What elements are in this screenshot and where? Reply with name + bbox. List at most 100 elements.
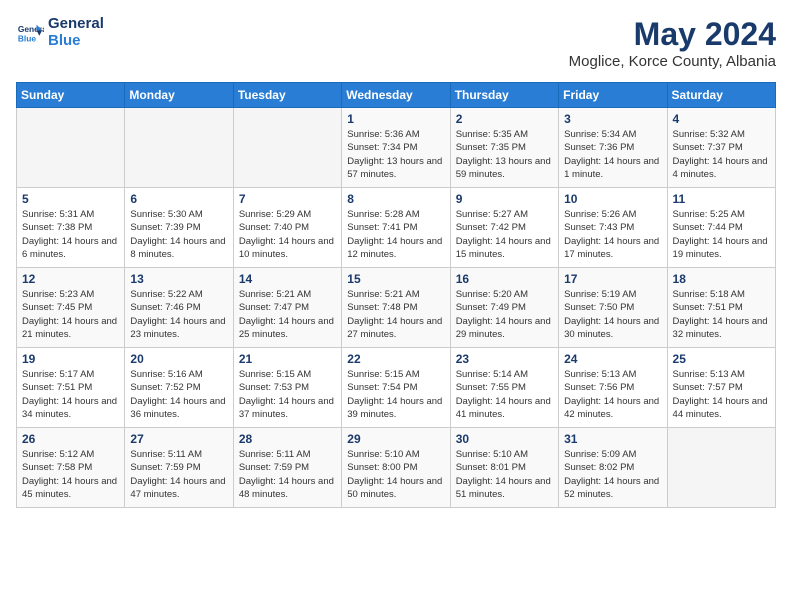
day-info: Sunrise: 5:23 AM Sunset: 7:45 PM Dayligh… (22, 288, 119, 341)
day-number: 28 (239, 432, 336, 446)
day-info: Sunrise: 5:09 AM Sunset: 8:02 PM Dayligh… (564, 448, 661, 501)
day-info: Sunrise: 5:15 AM Sunset: 7:54 PM Dayligh… (347, 368, 444, 421)
calendar-day-header: Saturday (667, 83, 775, 108)
day-number: 13 (130, 272, 227, 286)
day-info: Sunrise: 5:13 AM Sunset: 7:57 PM Dayligh… (673, 368, 770, 421)
calendar-day-header: Tuesday (233, 83, 341, 108)
day-info: Sunrise: 5:11 AM Sunset: 7:59 PM Dayligh… (130, 448, 227, 501)
day-number: 2 (456, 112, 553, 126)
day-info: Sunrise: 5:26 AM Sunset: 7:43 PM Dayligh… (564, 208, 661, 261)
calendar-cell: 21Sunrise: 5:15 AM Sunset: 7:53 PM Dayli… (233, 348, 341, 428)
calendar-day-header: Monday (125, 83, 233, 108)
day-number: 1 (347, 112, 444, 126)
day-info: Sunrise: 5:18 AM Sunset: 7:51 PM Dayligh… (673, 288, 770, 341)
calendar-cell: 17Sunrise: 5:19 AM Sunset: 7:50 PM Dayli… (559, 268, 667, 348)
calendar-cell: 19 Sunrise: 5:17 AM Sunset: 7:51 PM Dayli… (17, 348, 125, 428)
calendar-cell (233, 108, 341, 188)
day-number: 5 (22, 192, 119, 206)
day-number: 23 (456, 352, 553, 366)
day-info: Sunrise: 5:21 AM Sunset: 7:48 PM Dayligh… (347, 288, 444, 341)
day-number: 10 (564, 192, 661, 206)
calendar-cell: 25 Sunrise: 5:13 AM Sunset: 7:57 PM Dayli… (667, 348, 775, 428)
day-info: Sunrise: 5:32 AM Sunset: 7:37 PM Dayligh… (673, 128, 770, 181)
calendar-cell: 7Sunrise: 5:29 AM Sunset: 7:40 PM Daylig… (233, 188, 341, 268)
day-number: 15 (347, 272, 444, 286)
calendar-cell (667, 428, 775, 508)
day-number: 22 (347, 352, 444, 366)
day-info: Sunrise: 5:17 AM Sunset: 7:51 PM Dayligh… (22, 368, 119, 421)
calendar-cell: 10 Sunrise: 5:26 AM Sunset: 7:43 PM Dayli… (559, 188, 667, 268)
calendar-cell: 1 Sunrise: 5:36 AM Sunset: 7:34 PM Daylig… (342, 108, 450, 188)
day-number: 6 (130, 192, 227, 206)
calendar-table: SundayMondayTuesdayWednesdayThursdayFrid… (16, 82, 776, 508)
day-number: 20 (130, 352, 227, 366)
calendar-cell: 24Sunrise: 5:13 AM Sunset: 7:56 PM Dayli… (559, 348, 667, 428)
calendar-cell: 2 Sunrise: 5:35 AM Sunset: 7:35 PM Daylig… (450, 108, 558, 188)
day-info: Sunrise: 5:11 AM Sunset: 7:59 PM Dayligh… (239, 448, 336, 501)
logo-icon: General Blue (16, 19, 44, 47)
day-number: 25 (673, 352, 770, 366)
calendar-cell: 29 Sunrise: 5:10 AM Sunset: 8:00 PM Dayli… (342, 428, 450, 508)
day-number: 4 (673, 112, 770, 126)
calendar-cell: 4 Sunrise: 5:32 AM Sunset: 7:37 PM Daylig… (667, 108, 775, 188)
calendar-cell: 6 Sunrise: 5:30 AM Sunset: 7:39 PM Daylig… (125, 188, 233, 268)
day-number: 8 (347, 192, 444, 206)
calendar-day-header: Friday (559, 83, 667, 108)
title-block: May 2024 Moglice, Korce County, Albania (569, 16, 776, 70)
calendar-week-row: 1 Sunrise: 5:36 AM Sunset: 7:34 PM Daylig… (17, 108, 776, 188)
calendar-cell: 18Sunrise: 5:18 AM Sunset: 7:51 PM Dayli… (667, 268, 775, 348)
day-info: Sunrise: 5:35 AM Sunset: 7:35 PM Dayligh… (456, 128, 553, 181)
day-info: Sunrise: 5:14 AM Sunset: 7:55 PM Dayligh… (456, 368, 553, 421)
calendar-day-header: Wednesday (342, 83, 450, 108)
day-info: Sunrise: 5:21 AM Sunset: 7:47 PM Dayligh… (239, 288, 336, 341)
logo: General Blue General Blue (16, 16, 104, 49)
calendar-cell: 26Sunrise: 5:12 AM Sunset: 7:58 PM Dayli… (17, 428, 125, 508)
day-info: Sunrise: 5:31 AM Sunset: 7:38 PM Dayligh… (22, 208, 119, 261)
calendar-cell (17, 108, 125, 188)
day-number: 14 (239, 272, 336, 286)
day-number: 31 (564, 432, 661, 446)
day-info: Sunrise: 5:30 AM Sunset: 7:39 PM Dayligh… (130, 208, 227, 261)
calendar-cell: 16Sunrise: 5:20 AM Sunset: 7:49 PM Dayli… (450, 268, 558, 348)
day-info: Sunrise: 5:10 AM Sunset: 8:00 PM Dayligh… (347, 448, 444, 501)
day-number: 29 (347, 432, 444, 446)
calendar-week-row: 5 Sunrise: 5:31 AM Sunset: 7:38 PM Daylig… (17, 188, 776, 268)
calendar-cell: 20 Sunrise: 5:16 AM Sunset: 7:52 PM Dayli… (125, 348, 233, 428)
calendar-day-header: Sunday (17, 83, 125, 108)
day-info: Sunrise: 5:25 AM Sunset: 7:44 PM Dayligh… (673, 208, 770, 261)
calendar-week-row: 12Sunrise: 5:23 AM Sunset: 7:45 PM Dayli… (17, 268, 776, 348)
day-info: Sunrise: 5:28 AM Sunset: 7:41 PM Dayligh… (347, 208, 444, 261)
day-number: 7 (239, 192, 336, 206)
logo-text-blue: Blue (48, 33, 104, 50)
day-number: 19 (22, 352, 119, 366)
day-number: 30 (456, 432, 553, 446)
calendar-cell: 14 Sunrise: 5:21 AM Sunset: 7:47 PM Dayli… (233, 268, 341, 348)
calendar-cell: 15 Sunrise: 5:21 AM Sunset: 7:48 PM Dayli… (342, 268, 450, 348)
calendar-week-row: 26Sunrise: 5:12 AM Sunset: 7:58 PM Dayli… (17, 428, 776, 508)
day-info: Sunrise: 5:16 AM Sunset: 7:52 PM Dayligh… (130, 368, 227, 421)
calendar-cell: 5 Sunrise: 5:31 AM Sunset: 7:38 PM Daylig… (17, 188, 125, 268)
calendar-cell: 23 Sunrise: 5:14 AM Sunset: 7:55 PM Dayli… (450, 348, 558, 428)
day-number: 17 (564, 272, 661, 286)
day-number: 11 (673, 192, 770, 206)
svg-text:Blue: Blue (18, 33, 36, 43)
day-info: Sunrise: 5:36 AM Sunset: 7:34 PM Dayligh… (347, 128, 444, 181)
location: Moglice, Korce County, Albania (569, 53, 776, 70)
day-number: 16 (456, 272, 553, 286)
day-info: Sunrise: 5:12 AM Sunset: 7:58 PM Dayligh… (22, 448, 119, 501)
calendar-cell: 9Sunrise: 5:27 AM Sunset: 7:42 PM Daylig… (450, 188, 558, 268)
calendar-cell: 30 Sunrise: 5:10 AM Sunset: 8:01 PM Dayli… (450, 428, 558, 508)
page-header: General Blue General Blue May 2024 Mogli… (16, 16, 776, 70)
calendar-cell: 22 Sunrise: 5:15 AM Sunset: 7:54 PM Dayli… (342, 348, 450, 428)
calendar-week-row: 19 Sunrise: 5:17 AM Sunset: 7:51 PM Dayli… (17, 348, 776, 428)
calendar-cell: 27 Sunrise: 5:11 AM Sunset: 7:59 PM Dayli… (125, 428, 233, 508)
calendar-cell: 12Sunrise: 5:23 AM Sunset: 7:45 PM Dayli… (17, 268, 125, 348)
day-info: Sunrise: 5:13 AM Sunset: 7:56 PM Dayligh… (564, 368, 661, 421)
day-info: Sunrise: 5:10 AM Sunset: 8:01 PM Dayligh… (456, 448, 553, 501)
calendar-cell: 28 Sunrise: 5:11 AM Sunset: 7:59 PM Dayli… (233, 428, 341, 508)
calendar-header-row: SundayMondayTuesdayWednesdayThursdayFrid… (17, 83, 776, 108)
day-number: 27 (130, 432, 227, 446)
day-info: Sunrise: 5:27 AM Sunset: 7:42 PM Dayligh… (456, 208, 553, 261)
calendar-cell (125, 108, 233, 188)
day-info: Sunrise: 5:22 AM Sunset: 7:46 PM Dayligh… (130, 288, 227, 341)
